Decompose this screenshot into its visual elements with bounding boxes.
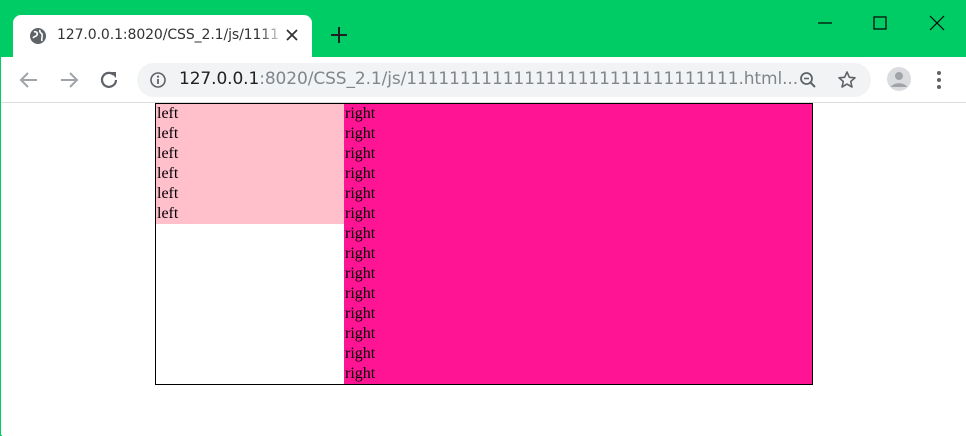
right-text-line: right (345, 105, 376, 122)
close-tab-icon[interactable] (283, 26, 301, 44)
window-close-icon[interactable] (925, 11, 949, 35)
new-tab-plus-icon[interactable] (329, 25, 349, 45)
address-bar[interactable]: 127.0.0.1:8020/CSS_2.1/js/11111111111111… (137, 63, 871, 97)
info-icon[interactable] (150, 72, 166, 88)
layout-container: left left left left left left right right right… (155, 103, 813, 385)
forward-arrow-icon[interactable] (57, 68, 81, 92)
left-text-line: left (157, 105, 179, 122)
right-text-line: right (345, 185, 376, 202)
tab-title: 127.0.0.1:8020/CSS_2.1/js/11111111111111… (57, 27, 279, 43)
right-text-line: right (345, 325, 376, 342)
right-text-line: right (345, 265, 376, 282)
left-text-line: left (157, 165, 179, 182)
left-text-line: left (157, 205, 179, 222)
url-text[interactable]: 127.0.0.1:8020/CSS_2.1/js/11111111111111… (179, 69, 798, 89)
browser-toolbar: 127.0.0.1:8020/CSS_2.1/js/11111111111111… (1, 57, 966, 103)
globe-icon (30, 28, 46, 44)
bookmark-star-icon[interactable] (837, 70, 857, 90)
browser-tab[interactable]: 127.0.0.1:8020/CSS_2.1/js/11111111111111… (13, 15, 312, 57)
maximize-icon[interactable] (868, 11, 892, 35)
reload-icon[interactable] (97, 68, 121, 92)
zoom-out-icon[interactable] (799, 71, 817, 89)
right-text-line: right (345, 225, 376, 242)
page-viewport: left left left left left left right right right… (2, 103, 966, 436)
url-host: 127.0.0.1 (179, 69, 260, 89)
right-text-line: right (345, 205, 376, 222)
browser-window: 127.0.0.1:8020/CSS_2.1/js/11111111111111… (0, 0, 966, 436)
profile-avatar-icon[interactable] (887, 67, 911, 91)
left-text-line: left (157, 185, 179, 202)
left-column: left left left left left left (156, 104, 344, 224)
back-arrow-icon[interactable] (17, 68, 41, 92)
right-text-line: right (345, 125, 376, 142)
more-menu-icon[interactable] (929, 69, 949, 91)
left-text-line: left (157, 145, 179, 162)
right-text-line: right (345, 285, 376, 302)
tab-strip: 127.0.0.1:8020/CSS_2.1/js/11111111111111… (1, 1, 966, 57)
right-text-line: right (345, 365, 376, 382)
right-text-line: right (345, 145, 376, 162)
left-text-line: left (157, 125, 179, 142)
minimize-icon[interactable] (813, 11, 837, 35)
right-text-line: right (345, 305, 376, 322)
right-text-line: right (345, 345, 376, 362)
right-text-line: right (345, 165, 376, 182)
url-path: :8020/CSS_2.1/js/11111111111111111111111… (259, 69, 798, 89)
right-text-line: right (345, 245, 376, 262)
right-column: right right right right right right right right… (344, 104, 812, 384)
